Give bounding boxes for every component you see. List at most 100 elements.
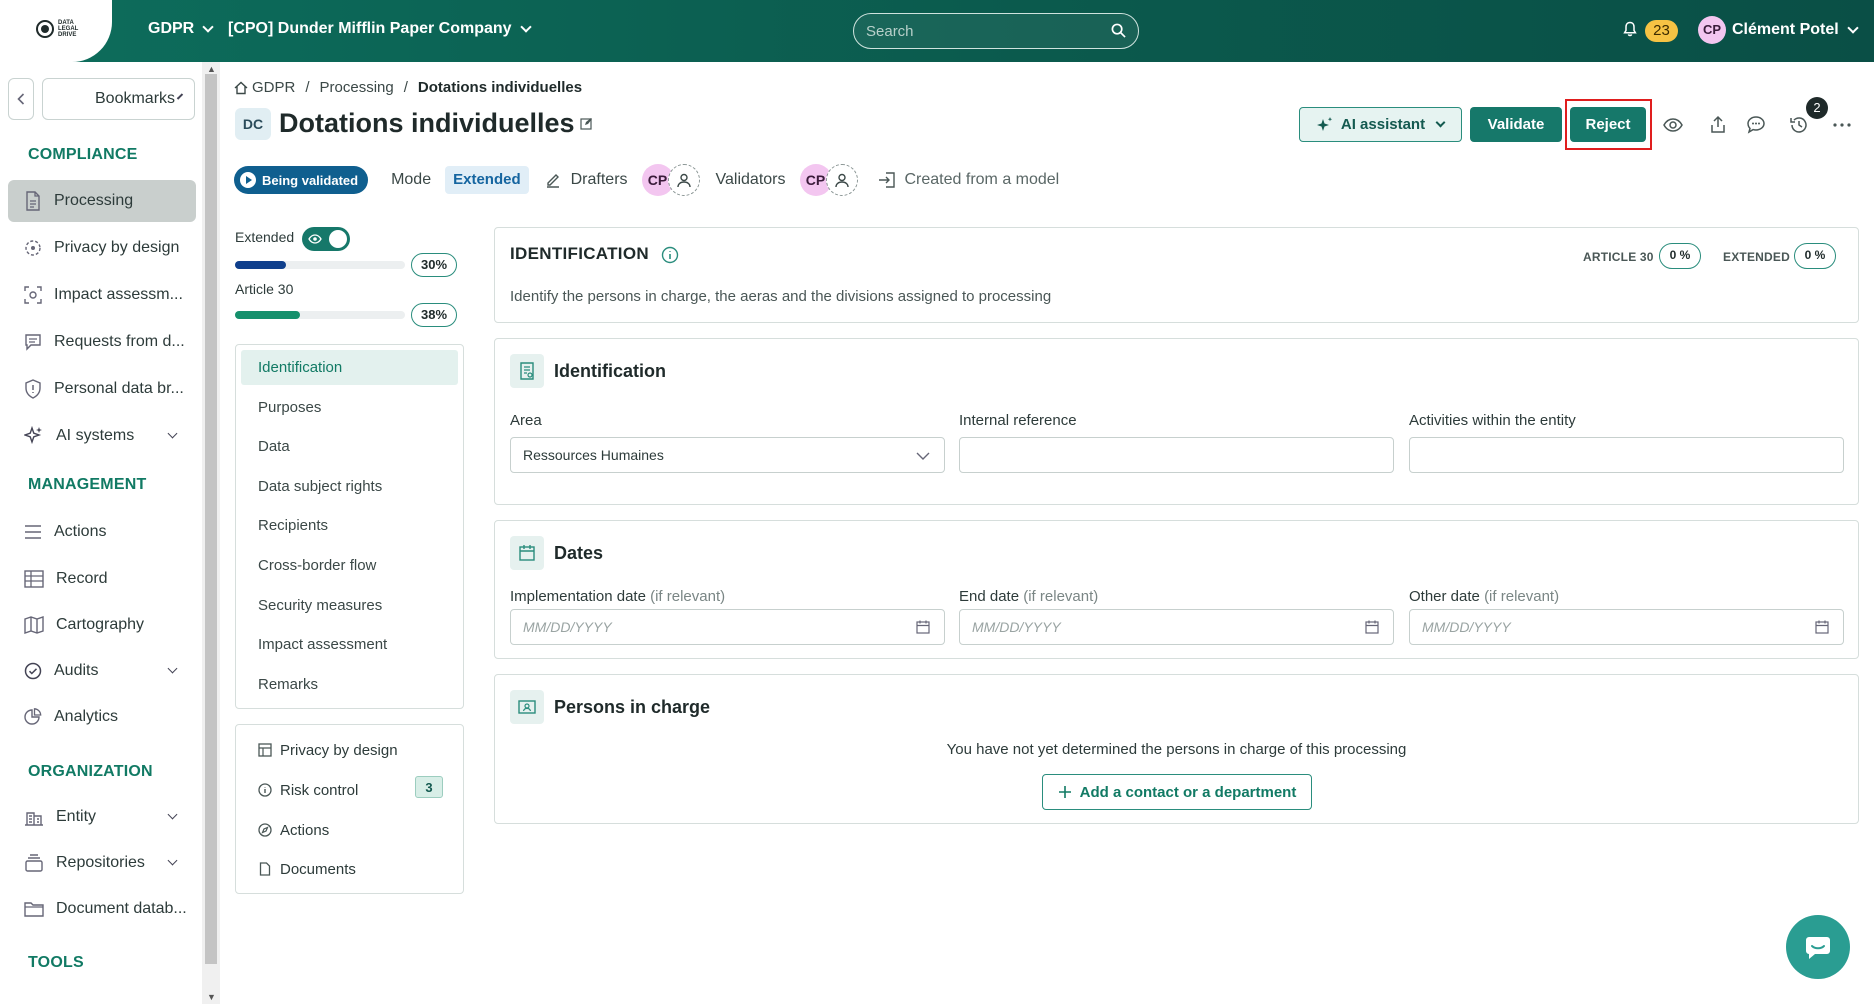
sidebar-item-label: Cartography: [56, 616, 145, 633]
sidebar-item-processing[interactable]: Processing: [8, 180, 196, 222]
toc-impact-assessment[interactable]: Impact assessment: [241, 627, 458, 662]
sidebar-item-actions[interactable]: Actions: [8, 511, 196, 553]
link-risk-control[interactable]: Risk control: [258, 778, 358, 802]
sidebar-item-label: Impact assessm...: [54, 286, 183, 303]
sidebar-item-privacy-by-design[interactable]: Privacy by design: [8, 227, 196, 269]
identification-section-title: Identification: [554, 360, 666, 381]
edit-icon[interactable]: [580, 117, 593, 130]
company-selector[interactable]: [CPO] Dunder Mifflin Paper Company: [228, 20, 532, 38]
status-label: Being validated: [262, 172, 359, 188]
article30-score: 0 %: [1659, 243, 1701, 269]
created-from-model[interactable]: Created from a model: [905, 171, 1060, 189]
validators-label: Validators: [715, 171, 786, 188]
bookmarks-dropdown[interactable]: Bookmarks: [42, 78, 195, 120]
calendar-icon: [510, 536, 544, 570]
activities-field[interactable]: [1409, 437, 1844, 473]
other-date-label: Other date (if relevant): [1409, 588, 1559, 605]
info-icon[interactable]: [661, 246, 679, 264]
sidebar-item-impact-assessment[interactable]: Impact assessm...: [8, 274, 196, 316]
link-documents[interactable]: Documents: [258, 857, 356, 881]
calendar-icon[interactable]: [1365, 620, 1379, 634]
logo-text: DATA LEGAL DRIVE: [58, 20, 79, 38]
sidebar-item-repositories[interactable]: Repositories: [8, 842, 196, 884]
extended-score-label: EXTENDED: [1723, 250, 1790, 264]
eye-icon[interactable]: [1663, 115, 1683, 135]
validate-button[interactable]: Validate: [1470, 107, 1562, 142]
extended-toggle[interactable]: [302, 227, 350, 251]
end-date-field[interactable]: MM/DD/YYYY: [959, 609, 1394, 645]
scrollbar-thumb[interactable]: [205, 74, 217, 964]
info-icon: [258, 783, 272, 797]
chevron-down-icon: [1435, 117, 1446, 127]
link-label: Privacy by design: [280, 741, 398, 759]
bell-icon[interactable]: [1623, 21, 1637, 37]
share-icon[interactable]: [1708, 115, 1728, 135]
sidebar-item-audits[interactable]: Audits: [8, 650, 196, 692]
sidebar-item-data-breach[interactable]: Personal data br...: [8, 368, 196, 410]
reject-button[interactable]: Reject: [1570, 107, 1646, 142]
collapse-sidebar-button[interactable]: [8, 78, 34, 120]
sidebar-item-entity[interactable]: Entity: [8, 796, 196, 838]
add-contact-button[interactable]: Add a contact or a department: [1042, 774, 1312, 810]
processing-meta-row: Being validated Mode Extended Drafters C…: [234, 164, 1059, 196]
id-card-icon: [510, 354, 544, 388]
sidebar-item-record[interactable]: Record: [8, 558, 196, 600]
help-chat-button[interactable]: [1786, 915, 1850, 979]
breadcrumb-processing[interactable]: Processing: [320, 79, 394, 96]
date-placeholder: MM/DD/YYYY: [972, 619, 1061, 635]
chevron-down-icon: [167, 663, 178, 674]
home-icon: [234, 81, 248, 94]
sidebar-scrollbar[interactable]: ▲ ▼: [202, 62, 220, 1004]
add-drafter-button[interactable]: [667, 164, 700, 196]
other-date-field[interactable]: MM/DD/YYYY: [1409, 609, 1844, 645]
toc-purposes[interactable]: Purposes: [241, 390, 458, 425]
implementation-date-field[interactable]: MM/DD/YYYY: [510, 609, 945, 645]
user-menu[interactable]: CP Clément Potel: [1698, 16, 1859, 44]
ai-assistant-button[interactable]: AI assistant: [1299, 107, 1462, 142]
sidebar-item-analytics[interactable]: Analytics: [8, 696, 196, 738]
notification-count[interactable]: 23: [1645, 20, 1678, 42]
toc-recipients[interactable]: Recipients: [241, 508, 458, 543]
link-actions[interactable]: Actions: [258, 818, 329, 842]
history-icon[interactable]: [1789, 115, 1809, 135]
calendar-icon[interactable]: [916, 620, 930, 634]
link-privacy-by-design[interactable]: Privacy by design: [258, 738, 398, 762]
chevron-down-icon: [916, 452, 930, 460]
toc-data[interactable]: Data: [241, 429, 458, 464]
more-options-icon[interactable]: [1832, 115, 1852, 135]
breadcrumb-home[interactable]: GDPR: [234, 79, 295, 96]
module-selector[interactable]: GDPR: [148, 20, 214, 38]
search-icon[interactable]: [1111, 23, 1126, 38]
toc-data-subject-rights[interactable]: Data subject rights: [241, 469, 458, 504]
label-text: End date: [959, 588, 1020, 605]
app-logo[interactable]: DATA LEGAL DRIVE: [36, 20, 88, 38]
toc-security-measures[interactable]: Security measures: [241, 588, 458, 623]
sidebar-item-cartography[interactable]: Cartography: [8, 604, 196, 646]
area-value: Ressources Humaines: [523, 447, 664, 463]
calendar-icon[interactable]: [1815, 620, 1829, 634]
toc-cross-border-flow[interactable]: Cross-border flow: [241, 548, 458, 583]
scroll-down-arrow[interactable]: ▼: [207, 992, 216, 1002]
optional-hint: (if relevant): [1023, 588, 1099, 605]
status-badge[interactable]: Being validated: [234, 166, 369, 194]
area-select[interactable]: Ressources Humaines: [510, 437, 945, 473]
sidebar-item-ai-systems[interactable]: AI systems: [8, 415, 196, 457]
breadcrumb-separator: /: [403, 79, 408, 96]
scroll-up-arrow[interactable]: ▲: [207, 64, 216, 74]
table-icon: [24, 570, 44, 588]
page-title: Dotations individuelles: [279, 108, 575, 138]
mode-value[interactable]: Extended: [445, 166, 529, 194]
toc-remarks[interactable]: Remarks: [241, 667, 458, 702]
processing-badge: DC: [235, 108, 271, 140]
search-input[interactable]: [866, 21, 1096, 41]
document-icon: [26, 191, 40, 211]
internal-reference-label: Internal reference: [959, 412, 1077, 429]
add-validator-button[interactable]: [825, 164, 858, 196]
identification-section-header: Identification: [510, 354, 666, 388]
comment-icon[interactable]: [1746, 115, 1766, 135]
toc-identification[interactable]: Identification: [241, 350, 458, 385]
sidebar-item-document-database[interactable]: Document datab...: [8, 888, 196, 930]
internal-reference-field[interactable]: [959, 437, 1394, 473]
pencil-icon: [546, 174, 559, 188]
sidebar-item-requests[interactable]: Requests from d...: [8, 321, 196, 363]
